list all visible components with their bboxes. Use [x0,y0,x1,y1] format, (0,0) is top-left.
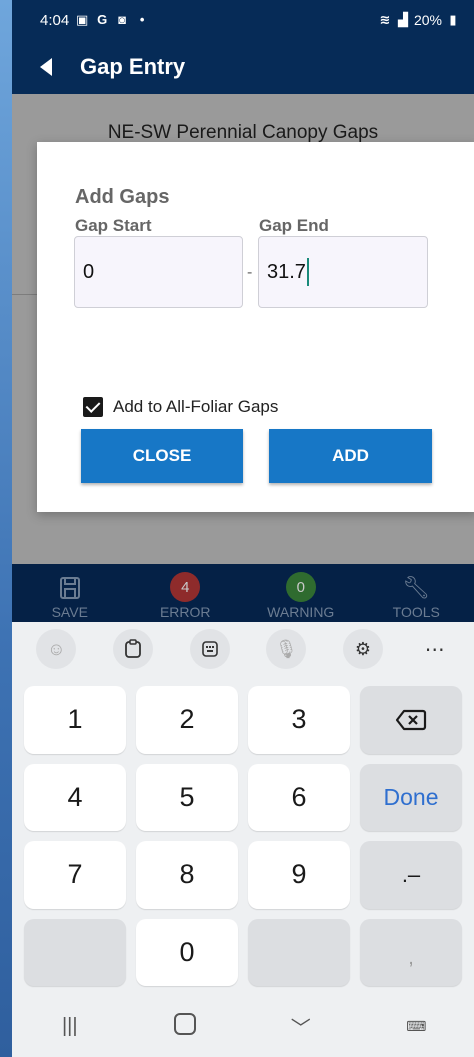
hide-keyboard-icon[interactable]: ﹀ [271,1012,331,1041]
backspace-key[interactable] [360,686,462,754]
done-key[interactable]: Done [360,763,462,831]
clipboard-icon[interactable] [112,629,153,669]
phone-screen: 4:04 ▣ G ◙ • ≋ ▟ 20% ▮ Gap Entry NE-SW P… [12,0,474,1057]
range-separator: - [247,264,253,281]
gallery-notification-icon: ▣ [76,12,89,27]
back-arrow-icon[interactable] [40,58,52,76]
warning-count-badge: 0 [285,572,316,602]
key-6[interactable]: 6 [248,763,350,831]
add-gaps-dialog: Add Gaps Gap Start Gap End 0 - 31.7 Add … [37,142,474,512]
more-options-icon[interactable]: ⋯ [420,629,450,669]
system-nav-bar: ||| ﹀ ⌨︎ [12,996,474,1057]
dot-dash-key[interactable]: .– [360,841,462,909]
gear-icon[interactable]: ⚙︎ [342,629,383,669]
gap-end-input[interactable]: 31.7 [258,236,428,308]
gap-end-value: 31.7 [267,260,306,283]
battery-icon: ▮ [449,12,457,27]
key-5[interactable]: 5 [136,763,238,831]
recent-apps-icon[interactable]: ||| [40,1015,100,1038]
all-foliar-checkbox-label: Add to All-Foliar Gaps [113,397,279,416]
error-count-badge: 4 [170,572,201,602]
home-icon [174,1012,197,1035]
key-4[interactable]: 4 [24,763,126,831]
page-title: Gap Entry [80,54,186,79]
key-7[interactable]: 7 [24,841,126,909]
warning-label: WARNING [267,604,335,620]
backspace-icon [395,709,427,730]
close-button[interactable]: CLOSE [81,429,243,483]
key-8[interactable]: 8 [136,841,238,909]
bottom-toolbar: SAVE 4 ERROR 0 WARNING 🔧︎ TOOLS [12,564,474,622]
text-cursor [306,258,309,286]
google-notification-icon: G [97,12,108,27]
save-icon [59,577,80,599]
keyboard-switch-icon[interactable]: ⌨︎ [386,1018,446,1035]
more-notifications-icon: • [139,12,145,27]
blank-key[interactable] [24,918,126,986]
status-bar: 4:04 ▣ G ◙ • ≋ ▟ 20% ▮ [12,0,474,40]
key-2[interactable]: 2 [136,686,238,754]
status-time: 4:04 [40,11,70,29]
keyboard-mode-icon[interactable] [189,629,230,669]
key-9[interactable]: 9 [248,841,350,909]
gap-start-label: Gap Start [75,216,152,235]
error-label: ERROR [159,604,211,620]
error-button[interactable]: 4 ERROR [128,564,244,622]
key-3[interactable]: 3 [248,686,350,754]
section-title: NE-SW Perennial Canopy Gaps [107,122,379,143]
gap-end-label: Gap End [259,216,329,235]
gap-start-value: 0 [83,260,95,283]
home-button[interactable] [155,1012,215,1041]
keyboard-toolbar: ☺ 🎙︎ ⚙︎ ⋯ [12,622,474,676]
blank-key-2[interactable] [248,918,350,986]
clipboard-glyph [125,639,141,658]
emoji-icon[interactable]: ☺ [36,629,77,669]
battery-percent: 20% [413,12,442,28]
wifi-icon: ≋ [379,12,391,27]
tools-label: TOOLS [392,604,440,620]
tools-button[interactable]: 🔧︎ TOOLS [359,564,474,622]
save-button[interactable]: SAVE [12,564,128,622]
all-foliar-checkbox-row[interactable]: Add to All-Foliar Gaps [83,397,278,417]
add-button[interactable]: ADD [269,429,432,483]
app-notification-icon: ◙ [118,12,127,27]
numeric-keypad: 1 2 3 4 5 6 Done 7 8 9 .– 0 , [12,676,474,996]
app-header: Gap Entry [12,40,474,94]
warning-button[interactable]: 0 WARNING [243,564,359,622]
keypad-glyph [201,641,218,657]
save-label: SAVE [51,604,88,620]
microphone-icon[interactable]: 🎙︎ [266,629,307,669]
signal-icon: ▟ [397,12,408,27]
comma-key[interactable]: , [360,918,462,986]
dialog-title: Add Gaps [75,186,170,208]
wrench-icon: 🔧︎ [402,575,431,600]
gap-start-input[interactable]: 0 [74,236,243,308]
key-0[interactable]: 0 [136,918,238,986]
key-1[interactable]: 1 [24,686,126,754]
all-foliar-checkbox[interactable] [83,397,103,417]
